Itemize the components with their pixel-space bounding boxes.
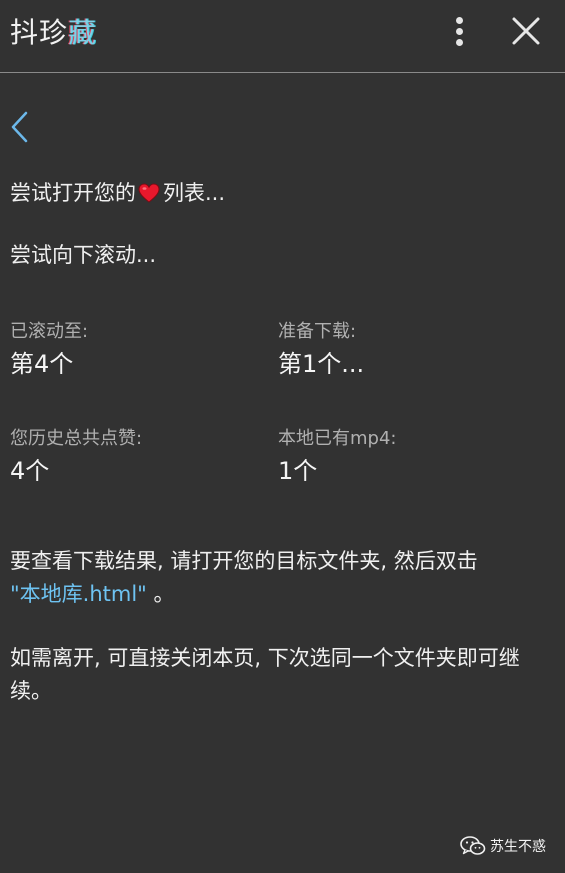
leave-instructions: 如需离开, 可直接关闭本页, 下次选同一个文件夹即可继续。 [10, 646, 520, 703]
local-library-link[interactable]: "本地库.html" [10, 582, 147, 606]
stat-download-label: 准备下载: [278, 321, 357, 342]
watermark: 苏生不惑 [460, 836, 546, 858]
stat-local-mp4-label: 本地已有mp4: [278, 428, 397, 449]
chevron-left-icon [11, 111, 28, 143]
stat-likes-value: 4个 [10, 457, 50, 485]
stat-download-value: 第1个... [278, 350, 365, 378]
stat-scrolled-value: 第4个 [10, 350, 74, 378]
heart-icon [138, 183, 160, 203]
status-scroll: 尝试向下滚动... [10, 243, 157, 267]
close-icon [512, 17, 540, 45]
stat-local-mp4-value: 1个 [278, 457, 318, 485]
result-instructions-end: 。 [146, 582, 175, 606]
status-open-list-text: 尝试打开您的 [10, 181, 136, 205]
status-open-list-suffix: 列表... [163, 181, 226, 205]
app-title-main: 抖珍 [10, 16, 69, 49]
watermark-text: 苏生不惑 [490, 839, 546, 855]
stat-likes-label: 您历史总共点赞: [10, 428, 143, 449]
stat-scrolled-label: 已滚动至: [10, 321, 89, 342]
vertical-dots-icon-dot [456, 39, 463, 46]
status-open-list: 尝试打开您的 列表... [10, 178, 225, 208]
app-title-accent: 藏 [68, 16, 98, 49]
more-menu-button[interactable] [446, 13, 474, 49]
wechat-icon [460, 836, 486, 855]
vertical-dots-icon-dot [456, 28, 463, 35]
back-button[interactable] [8, 108, 34, 146]
vertical-dots-icon [456, 17, 463, 24]
header-bar: 抖珍藏 [0, 0, 565, 73]
result-instructions: 要查看下载结果, 请打开您的目标文件夹, 然后双击 "本地库.html" 。 [10, 545, 550, 611]
close-button[interactable] [509, 14, 543, 48]
app-title: 抖珍藏 [10, 14, 97, 52]
result-instructions-text: 要查看下载结果, 请打开您的目标文件夹, 然后双击 [10, 549, 478, 573]
